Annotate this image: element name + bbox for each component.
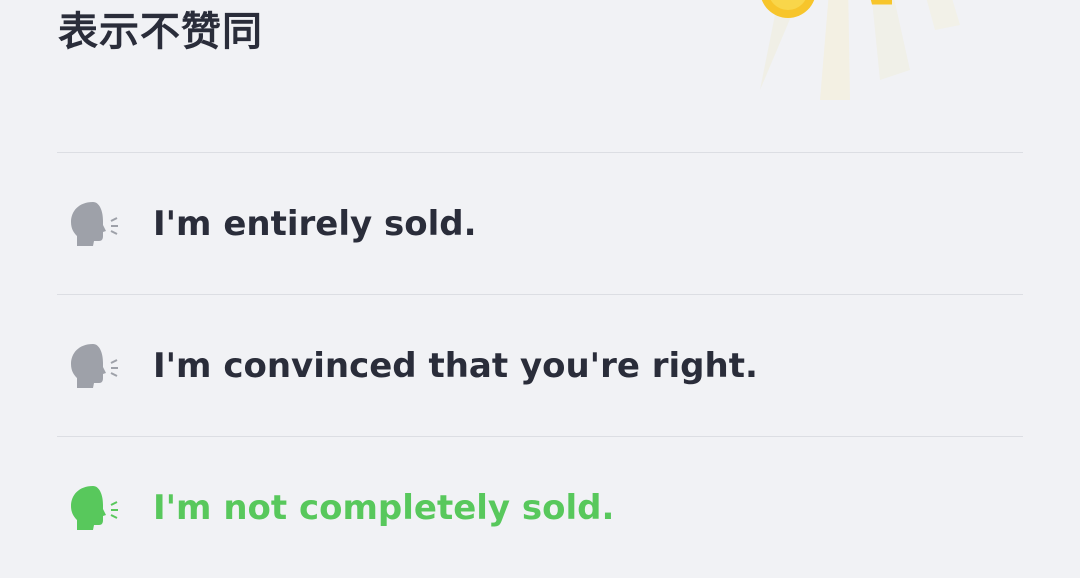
phrase-list: I'm entirely sold. I'm convinced that yo…	[57, 152, 1023, 578]
phrase-text: I'm entirely sold.	[153, 203, 477, 244]
phrase-text: I'm not completely sold.	[153, 487, 615, 528]
phrase-row-0[interactable]: I'm entirely sold.	[57, 152, 1023, 294]
page-title: 表示不赞同	[58, 9, 263, 55]
phrase-row-1[interactable]: I'm convinced that you're right.	[57, 294, 1023, 436]
speaking-head-icon	[71, 343, 118, 388]
speaking-head-icon	[71, 201, 118, 246]
speaking-head-icon	[71, 485, 118, 530]
phrase-row-2[interactable]: I'm not completely sold.	[57, 436, 1023, 578]
reward-sunburst-icon	[760, 0, 960, 100]
phrase-text: I'm convinced that you're right.	[153, 345, 758, 386]
